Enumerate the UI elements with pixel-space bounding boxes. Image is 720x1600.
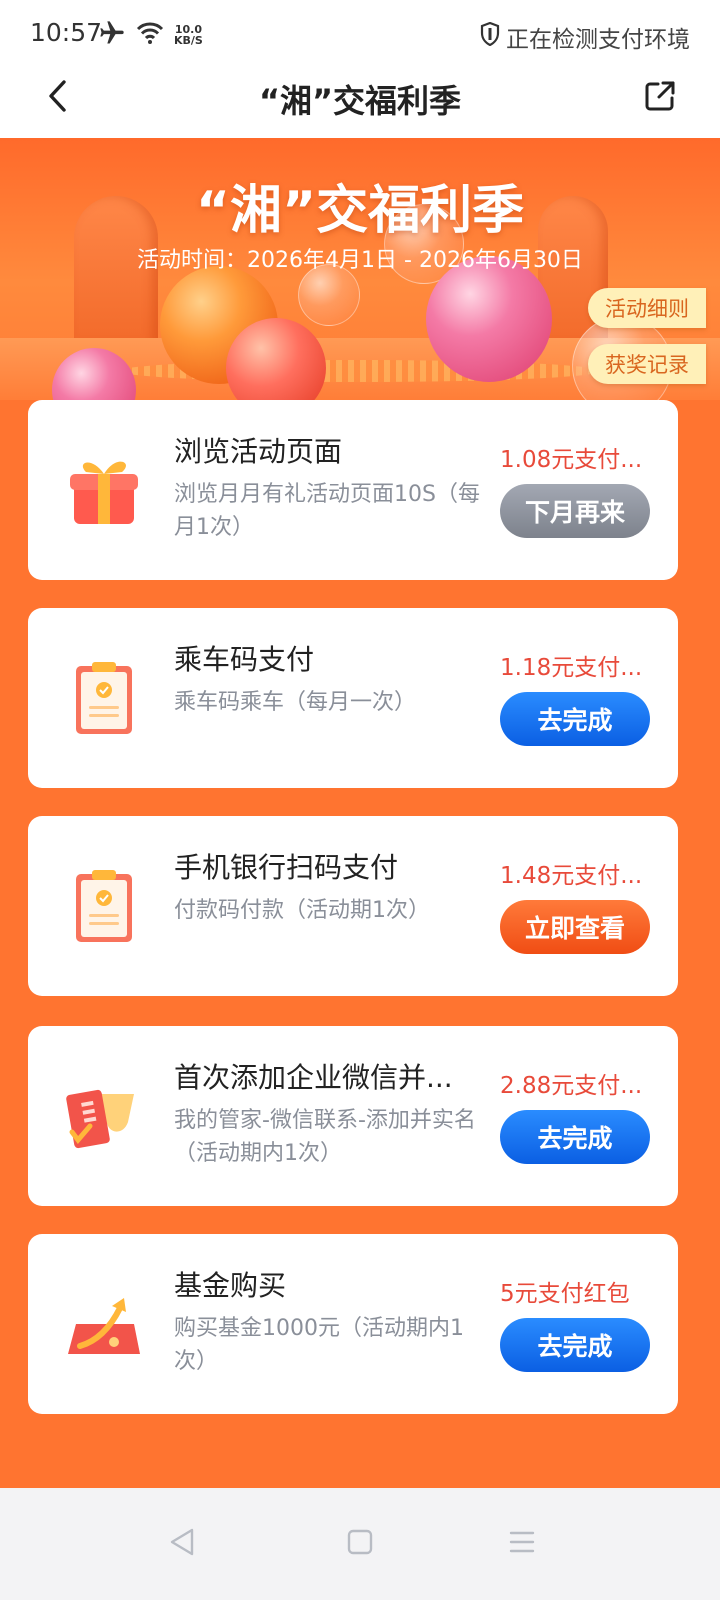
activity-rules-button[interactable]: 活动细则 [588,288,706,328]
back-button[interactable] [38,78,78,118]
security-status-text: 正在检测支付环境 [506,27,690,53]
task-card: 浏览活动页面 浏览月月有礼活动页面10S（每月1次） 1.08元支付... 下月… [28,400,678,580]
task-card: 手机银行扫码支付 付款码付款（活动期1次） 1.48元支付... 立即查看 [28,816,678,996]
system-menu-button[interactable] [502,1524,542,1564]
task-card: 首次添加企业微信并... 我的管家-微信联系-添加并实名（活动期内1次） 2.8… [28,1026,678,1206]
card-verify-icon [64,1076,144,1156]
triangle-back-icon [168,1527,196,1561]
activity-page: “湘”交福利季 活动时间：2026年4月1日 - 2026年6月30日 活动细则… [0,138,720,1488]
task-reward: 1.08元支付... [500,447,643,473]
go-complete-button[interactable]: 去完成 [500,1110,650,1164]
task-description: 我的管家-微信联系-添加并实名（活动期内1次） [174,1108,476,1166]
task-card: 乘车码支付 乘车码乘车（每月一次） 1.18元支付... 去完成 [28,608,678,788]
square-home-icon [347,1529,373,1559]
task-reward: 5元支付红包 [500,1281,630,1307]
task-title: 浏览活动页面 [174,435,343,468]
share-button[interactable] [640,78,680,118]
chevron-left-icon [47,79,69,117]
task-reward: 1.48元支付... [500,863,643,889]
clipboard-icon [64,658,144,738]
go-complete-button[interactable]: 去完成 [500,692,650,746]
task-description: 购买基金1000元（活动期内1次） [174,1316,464,1374]
view-now-button[interactable]: 立即查看 [500,900,650,954]
task-reward: 2.88元支付... [500,1073,643,1099]
network-speed-unit: KB/S [174,34,203,47]
gift-box-icon [64,450,144,530]
go-complete-button[interactable]: 去完成 [500,1318,650,1372]
activity-time: 活动时间：2026年4月1日 - 2026年6月30日 [137,248,583,273]
fund-growth-icon [64,1284,144,1364]
page-title: “湘”交福利季 [258,82,462,120]
decor-ball [426,256,552,382]
share-icon [644,80,676,116]
task-title: 乘车码支付 [174,643,315,676]
airplane-icon [98,19,126,51]
task-description: 付款码付款（活动期1次） [174,898,430,923]
come-next-month-button[interactable]: 下月再来 [500,484,650,538]
banner-title: “湘”交福利季 [195,181,525,241]
system-home-button[interactable] [340,1524,380,1564]
navigation-bar: “湘”交福利季 [0,60,720,138]
task-description: 乘车码乘车（每月一次） [174,690,417,715]
status-icons: 10.0 KB/S [98,20,203,50]
task-description: 浏览月月有礼活动页面10S（每月1次） [174,482,480,540]
menu-lines-icon [508,1529,536,1559]
network-speed: 10.0 KB/S [174,24,203,46]
clipboard-icon [64,866,144,946]
task-card: 基金购买 购买基金1000元（活动期内1次） 5元支付红包 去完成 [28,1234,678,1414]
task-title: 首次添加企业微信并... [174,1061,453,1094]
task-reward: 1.18元支付... [500,655,643,681]
system-back-button[interactable] [162,1524,202,1564]
prize-records-button[interactable]: 获奖记录 [588,344,706,384]
task-title: 手机银行扫码支付 [174,851,399,884]
wifi-icon [136,21,164,49]
system-navigation-bar [0,1488,720,1600]
security-status: 正在检测支付环境 [480,20,690,54]
task-title: 基金购买 [174,1269,287,1302]
shield-icon [480,21,500,52]
status-time: 10:57 [30,18,103,47]
